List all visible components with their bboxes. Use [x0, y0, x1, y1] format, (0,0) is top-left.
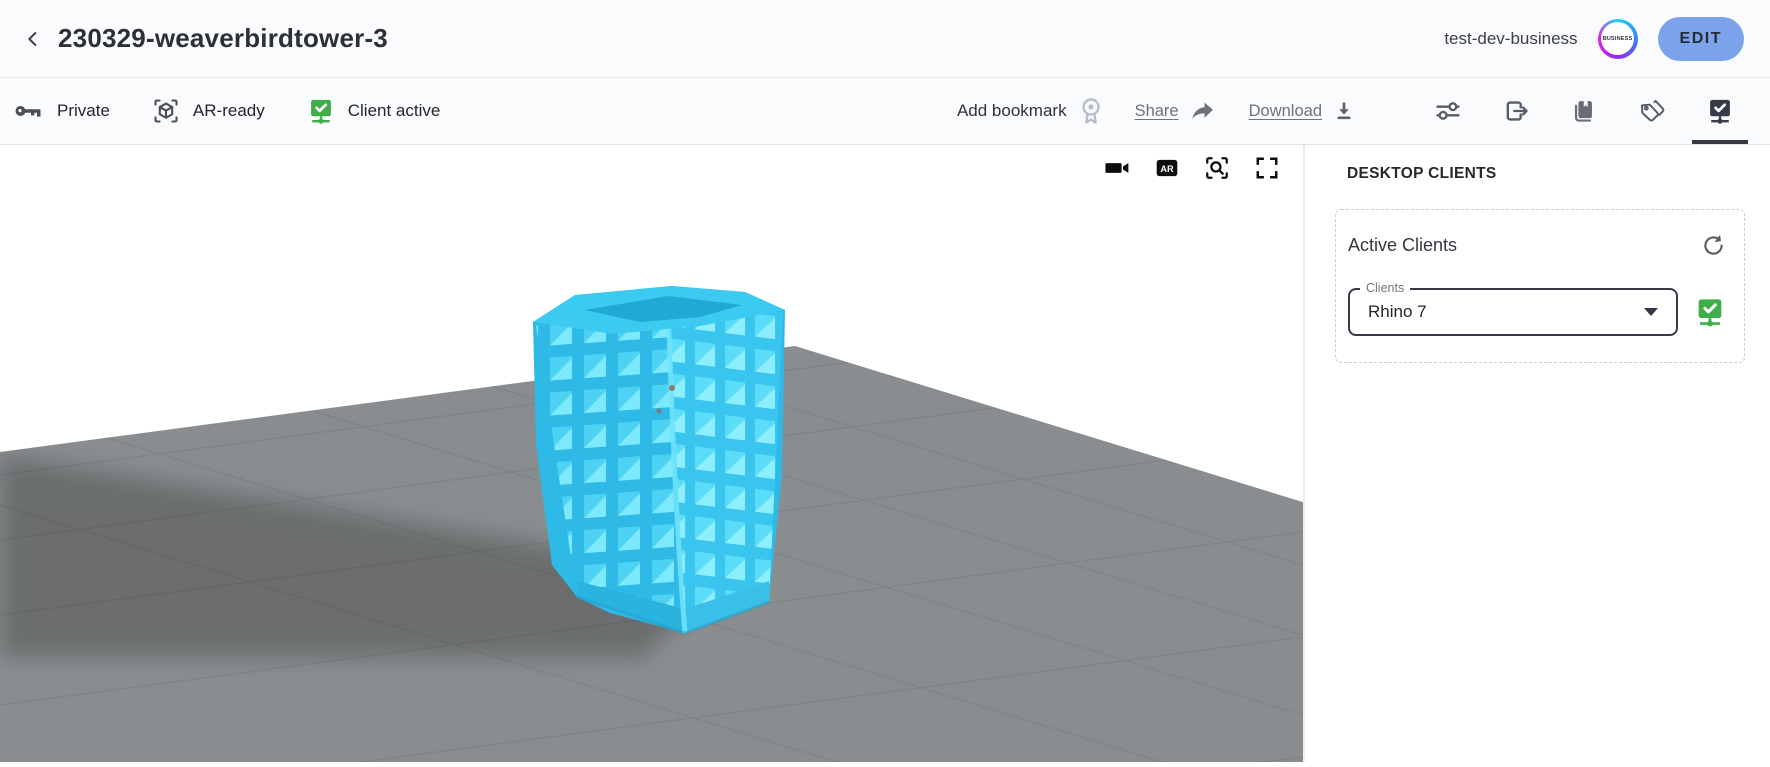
- tags-icon: [1638, 97, 1666, 125]
- client-connection-status: [1694, 296, 1726, 328]
- camera-icon: [1104, 155, 1130, 181]
- ar-badge-text: AR: [1160, 164, 1174, 174]
- edit-button[interactable]: EDIT: [1658, 17, 1744, 61]
- export-icon: [1502, 97, 1530, 125]
- desktop-clients-panel: DESKTOP CLIENTS Active Clients Clients R…: [1305, 145, 1770, 767]
- active-clients-card: Active Clients Clients Rhino 7: [1335, 209, 1745, 363]
- clients-select-label: Clients: [1360, 281, 1410, 295]
- clients-select[interactable]: Clients Rhino 7: [1348, 288, 1678, 336]
- client-active-status: Client active: [307, 97, 441, 125]
- key-icon: [14, 99, 44, 123]
- download-label: Download: [1249, 102, 1322, 121]
- app-window: 230329-weaverbirdtower-3 test-dev-busine…: [0, 0, 1770, 767]
- library-icon: [1570, 97, 1598, 125]
- tune-icon: [1434, 97, 1462, 125]
- account-name: test-dev-business: [1444, 29, 1577, 49]
- chevron-down-icon: [1644, 308, 1658, 316]
- refresh-button[interactable]: [1700, 232, 1726, 258]
- back-chevron-icon: [22, 28, 44, 50]
- viewport-controls: AR: [1103, 154, 1281, 182]
- business-badge[interactable]: BUSINESS: [1598, 19, 1638, 59]
- client-active-label: Client active: [348, 101, 441, 121]
- ar-badge-icon: AR: [1154, 155, 1180, 181]
- header: 230329-weaverbirdtower-3 test-dev-busine…: [0, 0, 1770, 78]
- panel-title: DESKTOP CLIENTS: [1335, 165, 1745, 183]
- ar-cube-icon: [152, 97, 180, 125]
- clients-select-value: Rhino 7: [1368, 302, 1427, 322]
- ar-view-button[interactable]: AR: [1153, 154, 1181, 182]
- privacy-label: Private: [57, 101, 110, 121]
- toolbar: Private AR-ready Client active: [0, 78, 1770, 145]
- fullscreen-button[interactable]: [1253, 154, 1281, 182]
- export-button[interactable]: [1482, 78, 1550, 144]
- record-video-button[interactable]: [1103, 154, 1131, 182]
- add-bookmark-label: Add bookmark: [957, 101, 1067, 121]
- share-label: Share: [1135, 102, 1179, 121]
- fullscreen-icon: [1254, 155, 1280, 181]
- ar-ready-label: AR-ready: [193, 101, 265, 121]
- tower-model: [533, 286, 785, 633]
- share-button[interactable]: Share: [1135, 100, 1215, 122]
- add-bookmark-button[interactable]: Add bookmark: [957, 96, 1105, 126]
- share-arrow-icon: [1189, 100, 1215, 122]
- active-clients-label: Active Clients: [1348, 235, 1457, 256]
- privacy-status[interactable]: Private: [14, 99, 110, 123]
- refresh-icon: [1701, 233, 1726, 258]
- desktop-clients-button[interactable]: [1686, 78, 1754, 144]
- download-icon: [1332, 99, 1356, 123]
- download-button[interactable]: Download: [1249, 99, 1356, 123]
- back-button[interactable]: [16, 22, 50, 56]
- tune-button[interactable]: [1414, 78, 1482, 144]
- ar-ready-status: AR-ready: [152, 97, 265, 125]
- client-monitor-icon: [307, 97, 335, 125]
- bookmark-award-icon: [1077, 96, 1105, 126]
- model-viewport[interactable]: AR: [0, 145, 1305, 762]
- desktop-clients-icon: [1706, 97, 1734, 125]
- 3d-scene: [0, 145, 1305, 762]
- business-badge-label: BUSINESS: [1601, 22, 1634, 55]
- zoom-to-fit-button[interactable]: [1203, 154, 1231, 182]
- zoom-select-icon: [1204, 155, 1230, 181]
- page-title: 230329-weaverbirdtower-3: [58, 23, 388, 54]
- client-status-icon: [1694, 296, 1726, 328]
- library-button[interactable]: [1550, 78, 1618, 144]
- tags-button[interactable]: [1618, 78, 1686, 144]
